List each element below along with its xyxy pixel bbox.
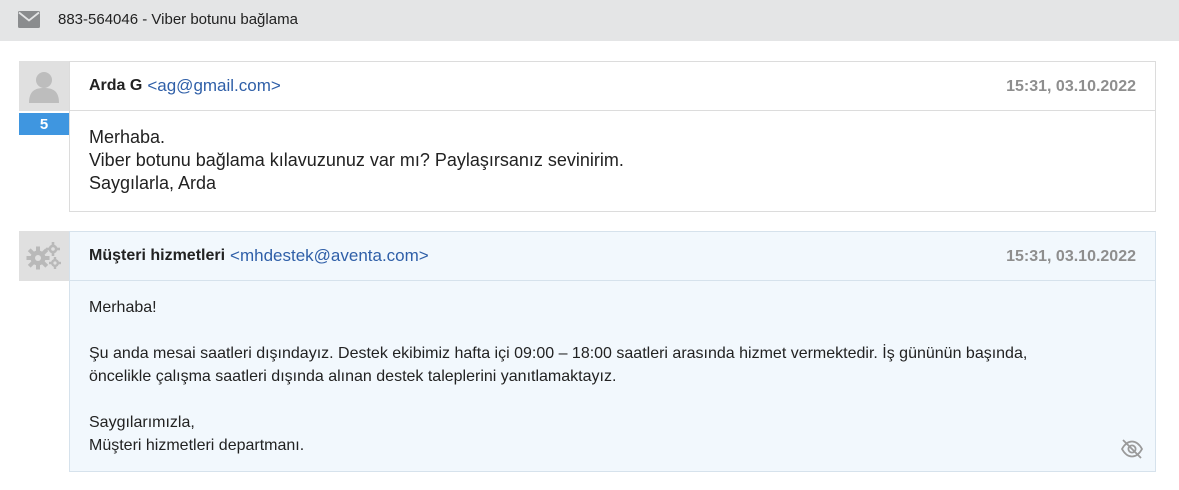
message-line: Saygılarla, Arda (89, 173, 217, 193)
sender-email-link[interactable]: <mhdestek@aventa.com> (230, 246, 429, 266)
message-timestamp: 15:31, 03.10.2022 (1006, 248, 1136, 265)
gears-icon (26, 242, 61, 270)
message-timestamp: 15:31, 03.10.2022 (1006, 78, 1136, 95)
user-silhouette-icon (29, 72, 59, 103)
ticket-header-bar: 883-564046 - Viber botunu bağlama (0, 0, 1179, 41)
eye-off-icon[interactable] (1120, 438, 1144, 460)
message-paragraph: Saygılarımızla, Müşteri hizmetleri depar… (89, 411, 1136, 457)
message-line: Müşteri hizmetleri departmanı. (89, 437, 305, 454)
message-line: Şu anda mesai saatleri dışındayız. Deste… (89, 345, 1028, 362)
sender-name: Müşteri hizmetleri (89, 247, 226, 264)
message-line: öncelikle çalışma saatleri dışında alına… (89, 368, 617, 385)
message-support: Müşteri hizmetleri <mhdestek@aventa.com>… (19, 231, 1156, 472)
sender-email-link[interactable]: <ag@gmail.com> (147, 76, 281, 96)
message-body: Merhaba! Şu anda mesai saatleri dışınday… (70, 281, 1155, 457)
sender-name: Arda G (89, 77, 143, 94)
message-card: Müşteri hizmetleri <mhdestek@aventa.com>… (69, 231, 1156, 472)
avatar (19, 231, 69, 281)
message-line: Merhaba! (89, 299, 157, 316)
avatar (19, 61, 69, 111)
message-header: Arda G <ag@gmail.com> 15:31, 03.10.2022 (70, 62, 1155, 111)
message-header: Müşteri hizmetleri <mhdestek@aventa.com>… (70, 232, 1155, 281)
message-body: Merhaba. Viber botunu bağlama kılavuzunu… (70, 111, 1155, 195)
message-customer: 5 Arda G <ag@gmail.com> 15:31, 03.10.202… (19, 61, 1156, 212)
envelope-icon (18, 11, 40, 28)
message-line: Saygılarımızla, (89, 414, 195, 431)
message-paragraph: Merhaba! (89, 296, 1136, 319)
message-line: Viber botunu bağlama kılavuzunuz var mı?… (89, 150, 624, 170)
message-line: Merhaba. (89, 127, 166, 147)
message-count-badge: 5 (19, 113, 69, 135)
message-card: Arda G <ag@gmail.com> 15:31, 03.10.2022 … (69, 61, 1156, 212)
message-paragraph: Şu anda mesai saatleri dışındayız. Deste… (89, 342, 1136, 388)
ticket-title: 883-564046 - Viber botunu bağlama (58, 11, 298, 28)
